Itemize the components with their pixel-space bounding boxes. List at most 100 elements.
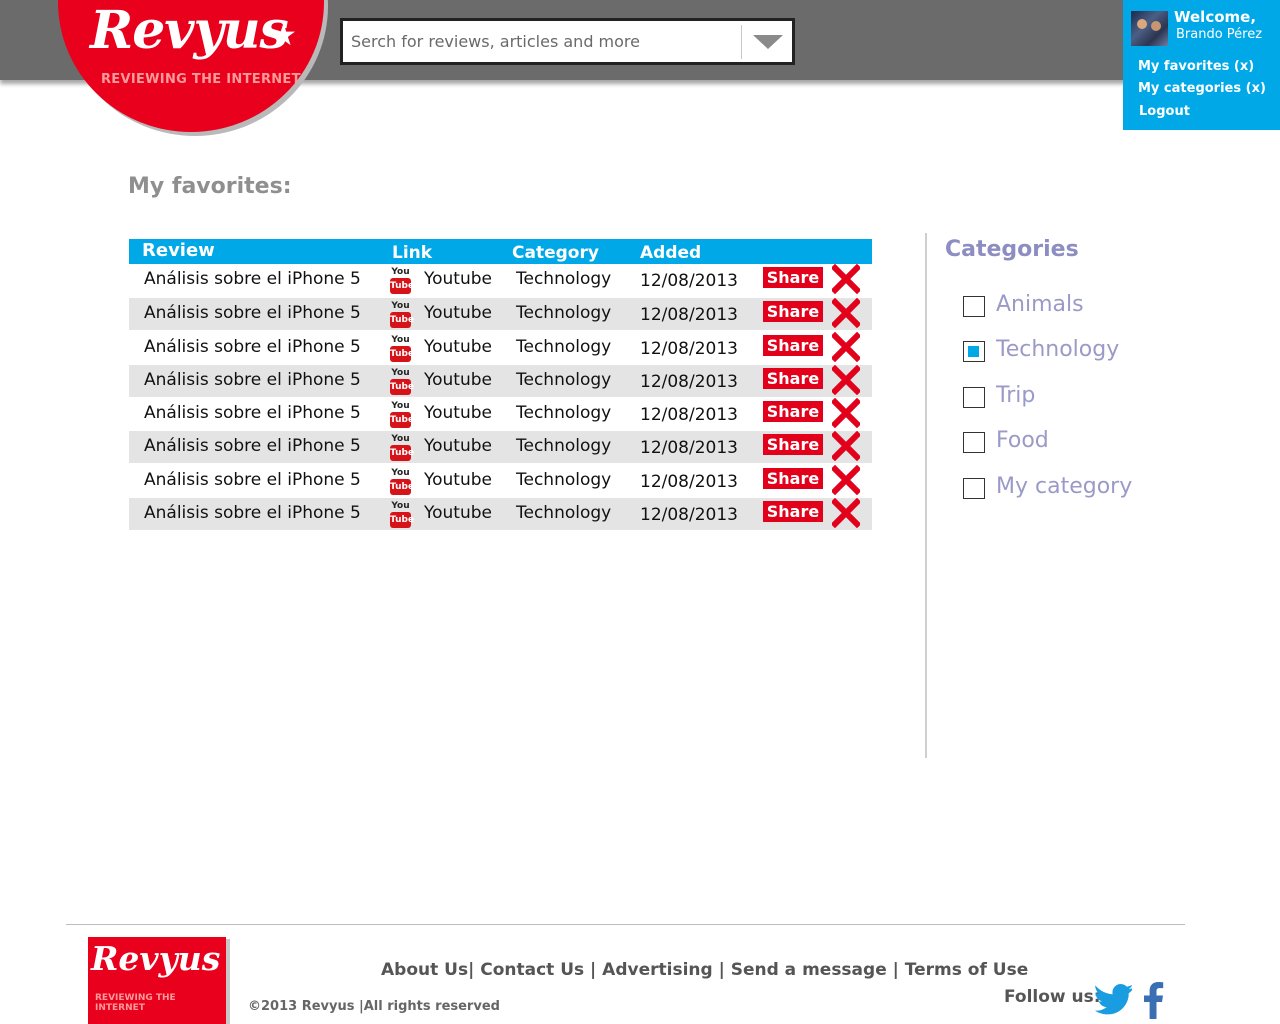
category-item[interactable]: My category: [963, 474, 1163, 504]
twitter-icon[interactable]: [1094, 982, 1132, 1016]
added-date: 12/08/2013: [640, 372, 738, 392]
my-favorites-link[interactable]: My favorites (x): [1138, 59, 1254, 74]
share-button[interactable]: Share: [763, 267, 823, 288]
youtube-icon[interactable]: You Tube: [387, 266, 414, 295]
review-title[interactable]: Análisis sobre el iPhone 5: [144, 370, 361, 390]
link-source[interactable]: Youtube: [424, 436, 492, 456]
category-checkbox[interactable]: [963, 296, 985, 317]
table-row: Análisis sobre el iPhone 5 You Tube Youtube…: [129, 365, 872, 397]
copyright: ©2013 Revyus |All rights reserved: [248, 999, 500, 1014]
search-dropdown-button[interactable]: [745, 25, 791, 59]
link-source[interactable]: Youtube: [424, 269, 492, 289]
footer-link-message[interactable]: Send a message: [731, 960, 887, 980]
category-label: My category: [996, 474, 1133, 499]
review-title[interactable]: Análisis sobre el iPhone 5: [144, 269, 361, 289]
category-checkbox[interactable]: [963, 387, 985, 408]
category-checkbox[interactable]: [963, 478, 985, 499]
share-button[interactable]: Share: [763, 401, 823, 422]
follow-us-label: Follow us:: [1004, 987, 1101, 1007]
link-source[interactable]: Youtube: [424, 470, 492, 490]
my-categories-link[interactable]: My categories (x): [1138, 81, 1266, 96]
added-date: 12/08/2013: [640, 405, 738, 425]
table-row: Análisis sobre el iPhone 5 You Tube Youtube…: [129, 264, 872, 296]
review-title[interactable]: Análisis sobre el iPhone 5: [144, 337, 361, 357]
link-source[interactable]: Youtube: [424, 370, 492, 390]
footer-separator: |: [584, 960, 603, 980]
delete-icon[interactable]: [832, 365, 860, 395]
share-button[interactable]: Share: [763, 468, 823, 489]
header-link: Link: [392, 243, 433, 263]
chevron-down-icon: [753, 35, 783, 49]
category-cell: Technology: [516, 470, 612, 490]
review-title[interactable]: Análisis sobre el iPhone 5: [144, 303, 361, 323]
review-title[interactable]: Análisis sobre el iPhone 5: [144, 403, 361, 423]
added-date: 12/08/2013: [640, 305, 738, 325]
delete-icon[interactable]: [832, 264, 860, 294]
link-source[interactable]: Youtube: [424, 337, 492, 357]
youtube-icon-bottom: Tube: [390, 512, 414, 528]
category-item[interactable]: Food: [963, 428, 1163, 458]
share-button[interactable]: Share: [763, 301, 823, 322]
category-cell: Technology: [516, 503, 612, 523]
review-title[interactable]: Análisis sobre el iPhone 5: [144, 436, 361, 456]
footer-separator: |: [886, 960, 905, 980]
category-cell: Technology: [516, 403, 612, 423]
footer-link-about[interactable]: About Us: [381, 960, 468, 980]
share-button[interactable]: Share: [763, 335, 823, 356]
added-date: 12/08/2013: [640, 339, 738, 359]
category-checkbox[interactable]: [963, 341, 985, 362]
link-source[interactable]: Youtube: [424, 303, 492, 323]
category-label: Food: [996, 428, 1049, 453]
delete-icon[interactable]: [832, 431, 860, 461]
category-item[interactable]: Animals: [963, 292, 1163, 322]
youtube-icon-top: You: [391, 401, 410, 411]
facebook-icon[interactable]: [1142, 981, 1164, 1019]
table-row: Análisis sobre el iPhone 5 You Tube Youtube…: [129, 431, 872, 463]
review-title[interactable]: Análisis sobre el iPhone 5: [144, 503, 361, 523]
youtube-icon[interactable]: You Tube: [387, 433, 414, 462]
category-item[interactable]: Technology: [963, 337, 1163, 367]
delete-icon[interactable]: [832, 298, 860, 328]
youtube-icon[interactable]: You Tube: [387, 334, 414, 363]
footer-link-terms[interactable]: Terms of Use: [905, 960, 1028, 980]
logo-text[interactable]: Revyus: [90, 0, 289, 61]
delete-icon[interactable]: [832, 465, 860, 495]
category-label: Technology: [996, 337, 1120, 362]
delete-icon[interactable]: [832, 398, 860, 428]
youtube-icon-top: You: [391, 267, 410, 277]
footer-logo-text: Revyus: [91, 939, 221, 978]
footer-logo[interactable]: Revyus REVIEWING THE INTERNET: [88, 937, 226, 1024]
youtube-icon[interactable]: You Tube: [387, 367, 414, 396]
youtube-icon-top: You: [391, 301, 410, 311]
share-button[interactable]: Share: [763, 434, 823, 455]
added-date: 12/08/2013: [640, 472, 738, 492]
youtube-icon[interactable]: You Tube: [387, 500, 414, 529]
footer-link-advertising[interactable]: Advertising: [602, 960, 713, 980]
category-item[interactable]: Trip: [963, 383, 1163, 413]
youtube-icon-bottom: Tube: [390, 445, 414, 461]
review-title[interactable]: Análisis sobre el iPhone 5: [144, 470, 361, 490]
search-input[interactable]: [351, 29, 731, 54]
share-button[interactable]: Share: [763, 501, 823, 522]
avatar[interactable]: [1131, 11, 1168, 46]
share-button[interactable]: Share: [763, 368, 823, 389]
table-row: Análisis sobre el iPhone 5 You Tube Youtube…: [129, 332, 872, 364]
link-source[interactable]: Youtube: [424, 403, 492, 423]
footer-link-contact[interactable]: Contact Us: [480, 960, 584, 980]
category-checkbox[interactable]: [963, 432, 985, 453]
header-added: Added: [640, 243, 702, 263]
delete-icon[interactable]: [832, 332, 860, 362]
youtube-icon-bottom: Tube: [390, 312, 414, 328]
page-title: My favorites:: [128, 174, 292, 199]
youtube-icon[interactable]: You Tube: [387, 467, 414, 496]
logout-link[interactable]: Logout: [1139, 104, 1190, 119]
search-divider: [741, 25, 742, 59]
delete-icon[interactable]: [832, 498, 860, 528]
category-cell: Technology: [516, 436, 612, 456]
youtube-icon-top: You: [391, 468, 410, 478]
footer-logo-tagline: REVIEWING THE INTERNET: [95, 993, 176, 1013]
link-source[interactable]: Youtube: [424, 503, 492, 523]
youtube-icon[interactable]: You Tube: [387, 300, 414, 329]
youtube-icon-bottom: Tube: [390, 379, 414, 395]
youtube-icon[interactable]: You Tube: [387, 400, 414, 429]
